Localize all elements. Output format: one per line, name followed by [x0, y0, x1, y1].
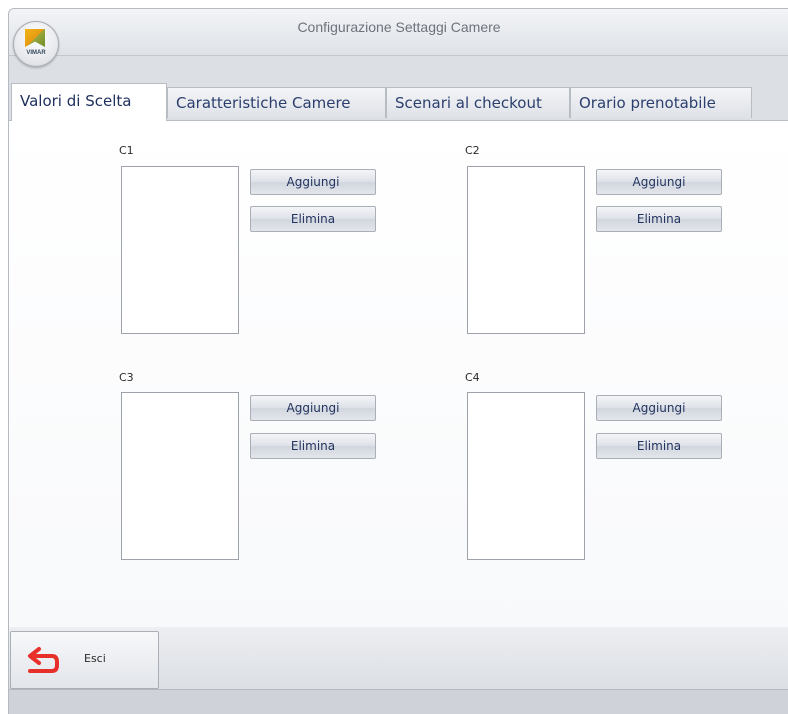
exit-button[interactable]: Esci: [10, 631, 159, 689]
add-button-c4[interactable]: Aggiungi: [596, 395, 722, 421]
tab-panel: C1 Aggiungi Elimina C2 Aggiungi Elimina …: [9, 120, 788, 629]
status-bar: [9, 689, 788, 714]
delete-button-c2[interactable]: Elimina: [596, 206, 722, 232]
app-window: Configurazione Settaggi Camere VIMAR Val…: [8, 8, 788, 714]
tab-orario-prenotabile[interactable]: Orario prenotabile: [570, 87, 752, 118]
delete-button-c1[interactable]: Elimina: [250, 206, 376, 232]
delete-button-c4[interactable]: Elimina: [596, 433, 722, 459]
tab-scenari-al-checkout[interactable]: Scenari al checkout: [386, 87, 570, 118]
listbox-c1[interactable]: [121, 166, 239, 334]
group-label-c4: C4: [465, 371, 480, 384]
listbox-c4[interactable]: [467, 392, 585, 560]
listbox-c3[interactable]: [121, 392, 239, 560]
title-bar: Configurazione Settaggi Camere: [9, 9, 788, 56]
listbox-c2[interactable]: [467, 166, 585, 334]
logo-text: VIMAR: [26, 50, 46, 56]
group-label-c1: C1: [119, 144, 134, 157]
group-label-c2: C2: [465, 144, 480, 157]
footer-bar: Esci: [9, 627, 788, 689]
exit-label: Esci: [84, 652, 106, 665]
app-logo[interactable]: VIMAR: [13, 21, 59, 67]
vimar-logo-icon: [25, 29, 45, 47]
delete-button-c3[interactable]: Elimina: [250, 433, 376, 459]
add-button-c1[interactable]: Aggiungi: [250, 169, 376, 195]
window-title: Configurazione Settaggi Camere: [297, 19, 501, 35]
tab-caratteristiche-camere[interactable]: Caratteristiche Camere: [167, 87, 386, 118]
add-button-c3[interactable]: Aggiungi: [250, 395, 376, 421]
group-label-c3: C3: [119, 371, 134, 384]
add-button-c2[interactable]: Aggiungi: [596, 169, 722, 195]
tab-valori-di-scelta[interactable]: Valori di Scelta: [11, 83, 167, 121]
return-arrow-icon: [28, 647, 59, 673]
